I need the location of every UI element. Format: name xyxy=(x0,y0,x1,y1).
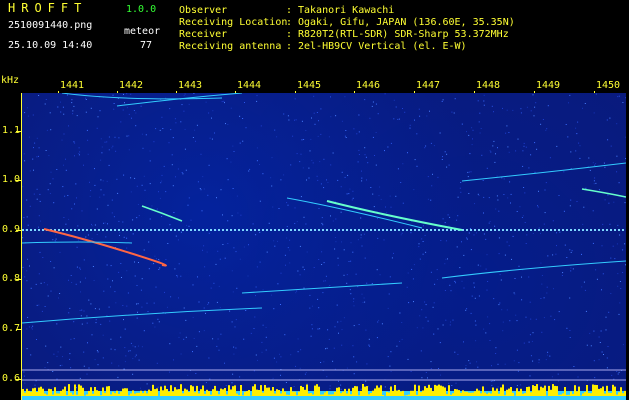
meteor-trail xyxy=(441,260,626,279)
app-version: 1.0.0 xyxy=(126,4,157,15)
app-title: HROFFT xyxy=(8,1,88,15)
x-tick-label: 1449 xyxy=(536,80,561,91)
x-tick-label: 1441 xyxy=(60,80,85,91)
spectrogram-canvas xyxy=(22,93,626,400)
meteor-trail xyxy=(241,282,403,294)
y-axis: 1.1 1.0 0.9 0.8 0.7 0.6 xyxy=(0,93,22,400)
separator: : xyxy=(286,41,293,52)
x-tick-label: 1445 xyxy=(297,80,322,91)
x-tick-label: 1442 xyxy=(119,80,144,91)
meteor-count: 77 xyxy=(140,40,153,51)
x-tick-label: 1447 xyxy=(416,80,441,91)
meteor-trail xyxy=(326,200,463,231)
antenna-value: 2el-HB9CV Vertical (el. E-W) xyxy=(298,41,467,52)
meteor-trail xyxy=(141,205,183,222)
x-tick-label: 1444 xyxy=(237,80,262,91)
x-axis-ticks: 1441 1442 1443 1444 1445 1446 1447 1448 … xyxy=(0,80,629,97)
separator: : xyxy=(286,17,293,28)
observer-value: Takanori Kawachi xyxy=(298,5,395,16)
receiver-label: Receiver xyxy=(179,29,228,40)
meteor-trail xyxy=(581,188,626,198)
meteor-trail xyxy=(22,307,263,324)
x-tick-label: 1446 xyxy=(356,80,381,91)
meteor-trail xyxy=(116,93,243,107)
x-tick-label: 1448 xyxy=(476,80,501,91)
capture-datetime: 25.10.09 14:40 xyxy=(8,40,93,51)
receiver-value: R820T2(RTL-SDR) SDR-Sharp 53.372MHz xyxy=(298,29,509,40)
meteor-trail xyxy=(461,162,626,182)
noise-speckle xyxy=(22,93,626,390)
file-name: 2510091440.png xyxy=(8,20,93,31)
antenna-label: Receiving antenna xyxy=(179,41,282,52)
spectrogram xyxy=(22,93,626,400)
separator: : xyxy=(286,5,293,16)
separator: : xyxy=(286,29,293,40)
x-tick-label: 1443 xyxy=(178,80,203,91)
x-tick-label: 1450 xyxy=(596,80,621,91)
location-label: Receiving Location xyxy=(179,17,288,28)
meteor-trail xyxy=(286,197,423,229)
meteor-label: meteor xyxy=(124,26,161,37)
observer-label: Observer xyxy=(179,5,228,16)
location-value: Ogaki, Gifu, JAPAN (136.60E, 35.35N) xyxy=(298,17,515,28)
header-panel: HROFFT 1.0.0 2510091440.png 25.10.09 14:… xyxy=(0,0,629,72)
meteor-trail xyxy=(43,228,167,267)
meteor-trail xyxy=(22,241,133,244)
noise-floor xyxy=(22,384,626,396)
